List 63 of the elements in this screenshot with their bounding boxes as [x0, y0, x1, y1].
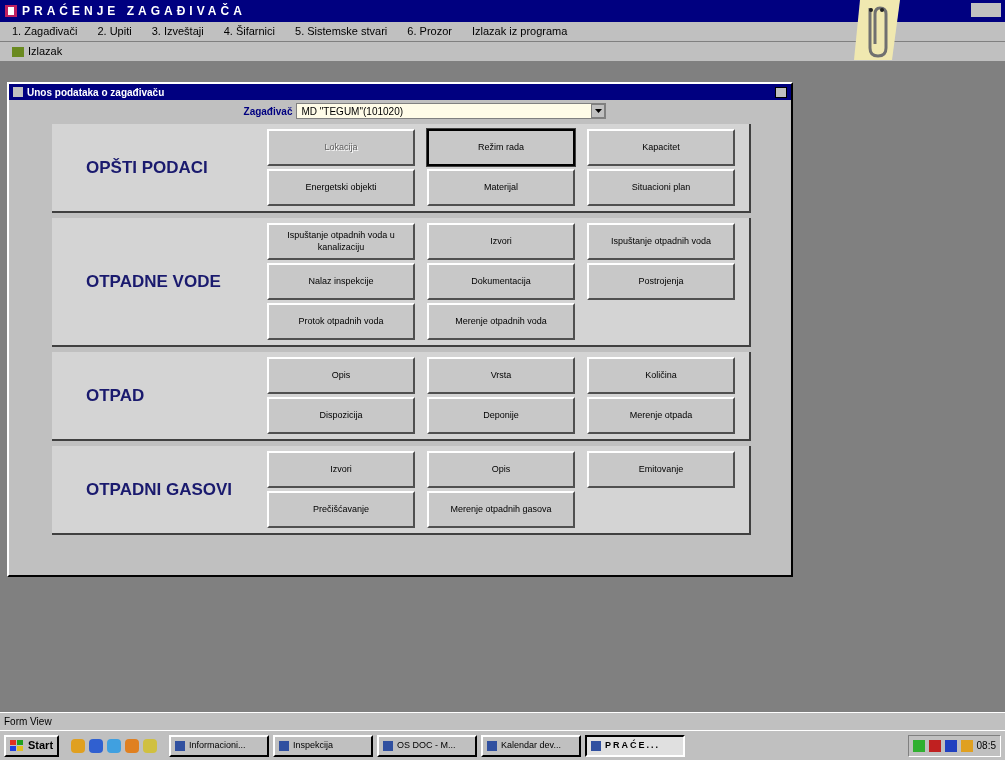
windows-logo-icon — [10, 739, 24, 752]
clock-text: 08:5 — [976, 739, 996, 753]
form-button[interactable]: Postrojenja — [587, 263, 735, 300]
quick-launch-icon[interactable] — [125, 738, 140, 753]
menu-item[interactable]: 5. Sistemske stvari — [291, 23, 392, 40]
form-button[interactable]: Ispuštanje otpadnih voda u kanalizaciju — [267, 223, 415, 260]
form-button[interactable]: Protok otpadnih voda — [267, 303, 415, 340]
window-title: PRAĆENJE ZAGAĐIVAČA — [22, 2, 246, 20]
tray-icon[interactable] — [944, 739, 957, 752]
combo-field[interactable]: MD "TEGUM"(101020) — [296, 103, 607, 119]
form-button[interactable]: Energetski objekti — [267, 169, 415, 206]
form-button[interactable]: Izvori — [267, 451, 415, 488]
taskbar-button[interactable]: Informacioni... — [169, 734, 270, 757]
menu-item[interactable]: 6. Prozor — [403, 23, 456, 40]
form-button[interactable]: Deponije — [427, 397, 575, 434]
quick-launch-icon[interactable] — [89, 738, 104, 753]
window-icon — [383, 740, 394, 751]
taskbar-button[interactable]: Inspekcija — [273, 734, 374, 757]
form-button[interactable]: Ispuštanje otpadnih voda — [587, 223, 735, 260]
form-button[interactable]: Merenje otpadnih gasova — [427, 491, 575, 528]
form-button[interactable]: Situacioni plan — [587, 169, 735, 206]
window-icon — [175, 740, 186, 751]
start-button[interactable]: Start — [4, 734, 60, 757]
window-icon — [487, 740, 498, 751]
form-button[interactable]: Izvori — [427, 223, 575, 260]
form-button[interactable]: Količina — [587, 357, 735, 394]
toolbar-button[interactable]: Izlazak — [8, 43, 67, 60]
form-button[interactable]: Opis — [267, 357, 415, 394]
menu-item[interactable]: 1. Zagađivači — [8, 23, 82, 40]
section-title: OTPAD — [85, 384, 146, 407]
form-button[interactable]: Prečišćavanje — [267, 491, 415, 528]
form-button[interactable]: Dispozicija — [267, 397, 415, 434]
menu-item[interactable]: 4. Šifarnici — [219, 23, 279, 40]
form-button[interactable]: Emitovanje — [587, 451, 735, 488]
form-title: Unos podataka o zagađivaču — [27, 85, 165, 100]
form-button[interactable]: Režim rada — [427, 129, 575, 166]
section-title: OTPADNI GASOVI — [85, 478, 234, 501]
form-button[interactable]: Merenje otpadnih voda — [427, 303, 575, 340]
tray-icon[interactable] — [928, 739, 941, 752]
close-button[interactable] — [775, 86, 787, 98]
menu-item[interactable]: 3. Izveštaji — [147, 23, 208, 40]
form-button[interactable]: Merenje otpada — [587, 397, 735, 434]
section-title: OTPADNE VODE — [85, 270, 222, 293]
form-button[interactable]: Materijal — [427, 169, 575, 206]
taskbar-button[interactable]: Kalendar dev... — [481, 734, 582, 757]
section-title: OPŠTI PODACI — [85, 156, 209, 179]
form-button[interactable]: Kapacitet — [587, 129, 735, 166]
app-icon — [4, 4, 18, 18]
field-label: Zagađivač — [243, 104, 293, 119]
status-text: Form View — [4, 715, 52, 729]
form-button[interactable]: Nalaz inspekcije — [267, 263, 415, 300]
window-icon — [279, 740, 290, 751]
form-button[interactable]: Dokumentacija — [427, 263, 575, 300]
form-icon — [13, 87, 23, 97]
menu-item[interactable]: 2. Upiti — [93, 23, 136, 40]
exit-icon — [12, 46, 24, 57]
window-icon — [591, 740, 602, 751]
form-button[interactable]: Vrsta — [427, 357, 575, 394]
form-button[interactable]: Opis — [427, 451, 575, 488]
quick-launch-icon[interactable] — [107, 738, 122, 753]
taskbar-button[interactable]: PRAĆE... — [585, 734, 686, 757]
menu-item[interactable]: Izlazak iz programa — [467, 23, 572, 40]
taskbar-button[interactable]: OS DOC - M... — [377, 734, 478, 757]
